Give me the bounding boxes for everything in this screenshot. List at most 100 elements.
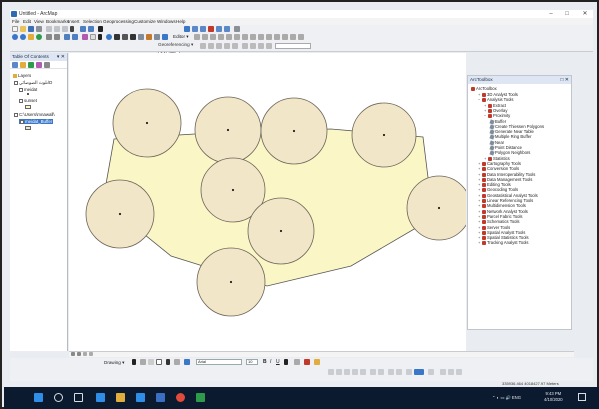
text-options-icon[interactable] [174,359,180,365]
print-icon[interactable] [36,26,42,32]
station-point[interactable] [279,229,283,233]
font-color-icon[interactable] [284,359,288,365]
open-icon[interactable] [20,26,26,32]
add-control-points-icon[interactable] [200,43,206,49]
find-icon[interactable] [138,34,144,40]
list-by-source-icon[interactable] [20,62,26,68]
zoom-in-icon[interactable] [12,34,18,40]
undo-icon[interactable] [80,26,86,32]
toolbox-item[interactable]: + Spatial Analyst Tools [478,230,525,235]
reshape-icon[interactable] [250,34,256,40]
system-tray[interactable]: ⌃ ◐ ▭ 🔊 ENG [492,395,521,401]
fix-topology-icon[interactable] [406,369,412,375]
toolbox-item[interactable]: + Network Analyst Tools [478,209,528,214]
toc-window-icon[interactable] [192,26,198,32]
refresh-icon[interactable] [83,352,87,356]
marker-color-icon[interactable] [314,359,320,365]
menu-selection[interactable]: Selection [83,19,102,24]
rectangle-icon[interactable] [156,359,162,365]
toc-options-icon[interactable] [44,62,50,68]
toolbox-item[interactable]: + Multidimension Tools [478,203,526,209]
toc-layer-meidat[interactable]: meidat [19,87,37,92]
save-icon[interactable] [28,26,34,32]
toolbox-item[interactable]: + Statistics [484,156,510,161]
italic-button[interactable]: I [270,359,271,365]
font-size-select[interactable]: 10 [246,359,258,365]
toc-group2-node[interactable]: C:\Users\mnawall\ [14,112,55,117]
georeferencing-menu[interactable]: Georeferencing ▾ [158,42,193,48]
measure-icon[interactable] [130,34,136,40]
snapping-icon[interactable] [328,369,334,375]
data-view-icon[interactable] [71,352,75,356]
toolbox-item[interactable]: + Editing Tools [478,182,511,188]
search-window-icon[interactable] [216,26,222,32]
windows-start-icon[interactable] [34,393,43,402]
mail-icon[interactable] [156,393,165,402]
pan-icon[interactable] [28,34,34,40]
toc-group-node[interactable]: تلوث الضوضائي\D [14,80,52,86]
menu-edit[interactable]: Edit [23,19,31,24]
effects-brightness-icon[interactable] [456,369,462,375]
add-data-icon[interactable] [98,26,103,32]
close-button[interactable]: ✕ [579,10,591,18]
menu-windows[interactable]: Windows [157,19,176,24]
text-symbol-icon[interactable] [184,359,190,365]
station-point[interactable] [226,128,230,132]
create-features-icon[interactable] [298,34,304,40]
arctoolbox-root[interactable]: ArcToolbox [471,86,497,91]
toolbox-item[interactable]: + Data Interoperability Tools [478,172,535,177]
edge-browser-icon[interactable] [96,393,105,402]
toolbox-item[interactable]: + Tracking Analyst Tools [478,240,528,246]
text-tool-icon[interactable] [166,359,170,365]
group-checkbox[interactable] [14,81,18,85]
menu-help[interactable]: Help [176,19,185,24]
notifications-icon[interactable] [578,393,586,401]
toolbox-item[interactable]: + Extract [484,103,506,108]
point-icon[interactable] [234,34,240,40]
catalog-window-icon[interactable] [200,26,206,32]
fixed-zoom-out-icon[interactable] [54,34,60,40]
font-select[interactable]: Arial [196,359,242,365]
store-icon[interactable] [136,393,145,402]
toolbox-item[interactable]: + Overlay [484,108,507,113]
toolbox-item[interactable]: + Schematics Tools [478,219,520,225]
station-point[interactable] [231,188,235,192]
toc-layer-meidat-buffer[interactable]: meidat_Buffer [19,119,54,124]
arctoolbox-icon[interactable] [208,26,214,32]
toolbox-item[interactable]: + Data Management Tools [478,177,532,182]
auto-registration-icon[interactable] [250,43,256,49]
select-elements-draw-icon[interactable] [132,359,136,365]
rotate-georef-icon[interactable] [208,43,214,49]
layer-transparency-icon[interactable] [258,43,264,49]
minimize-button[interactable]: – [545,10,557,18]
toolbox-item[interactable]: Near [489,140,504,146]
toolbox-item[interactable]: Create Thiessen Polygons [489,124,544,130]
station-point[interactable] [292,129,296,133]
sunset-checkbox[interactable] [19,99,23,103]
edit-annotation-icon[interactable] [202,34,208,40]
arctoolbox-window-controls[interactable]: □ ✕ [560,76,569,84]
pause-drawing-icon[interactable] [89,352,93,356]
map-canvas[interactable] [69,53,472,351]
language-indicator[interactable]: ENG [512,395,521,400]
cut-polygons-icon[interactable] [258,34,264,40]
toolbox-item[interactable]: + Parcel Fabric Tools [478,214,523,219]
toolbox-item[interactable]: Generate Near Table [489,129,534,135]
station-point[interactable] [437,206,441,210]
straight-segment-icon[interactable] [210,34,216,40]
effects-swipe-icon[interactable] [428,369,434,375]
station-point[interactable] [382,133,386,137]
sketch-properties-icon[interactable] [290,34,296,40]
task-view-icon[interactable] [74,393,83,402]
station-point[interactable] [118,212,122,216]
layout-view-icon[interactable] [77,352,81,356]
editor-menu[interactable]: Editor ▾ [173,34,189,40]
map-topology-icon[interactable] [378,369,384,375]
paste-icon[interactable] [62,26,68,32]
list-by-selection-icon[interactable] [36,62,42,68]
back-icon[interactable] [64,34,70,40]
bold-button[interactable]: B [263,359,267,365]
forward-icon[interactable] [72,34,78,40]
shift-icon[interactable] [216,43,222,49]
attributes-icon[interactable] [282,34,288,40]
